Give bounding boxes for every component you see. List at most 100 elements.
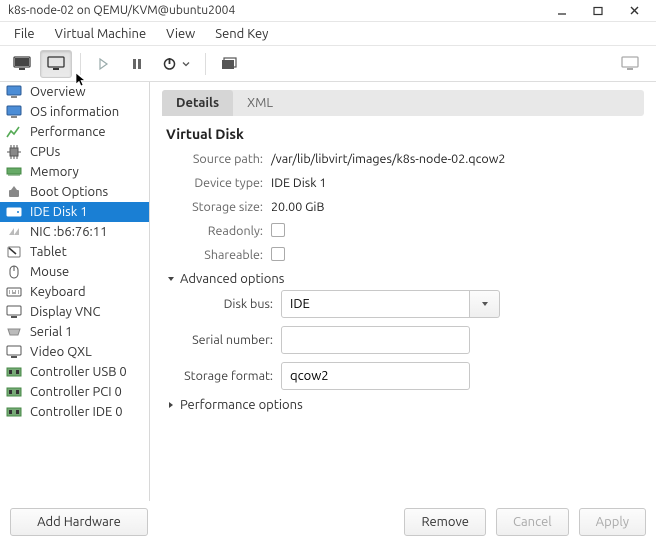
disk-bus-input[interactable] (281, 290, 470, 318)
sidebar-item-label: Video QXL (30, 345, 92, 359)
serial-number-label: Serial number: (166, 333, 281, 347)
video-icon (6, 344, 22, 360)
run-button[interactable] (87, 50, 119, 78)
sidebar-item-os-information[interactable]: OS information (0, 102, 149, 122)
monitor-icon (6, 104, 22, 120)
section-heading: Virtual Disk (166, 126, 640, 142)
sidebar-item-label: Keyboard (30, 285, 86, 299)
performance-options-label: Performance options (180, 398, 303, 412)
sidebar-item-label: Tablet (30, 245, 67, 259)
content-pane: Details XML Virtual Disk Source path:/va… (150, 82, 656, 501)
sidebar-item-label: NIC :b6:76:11 (30, 225, 107, 239)
nic-icon (6, 224, 22, 240)
sidebar-item-boot-options[interactable]: Boot Options (0, 182, 149, 202)
controller-icon (6, 364, 22, 380)
sidebar-item-label: IDE Disk 1 (30, 205, 88, 219)
sidebar-item-keyboard[interactable]: Keyboard (0, 282, 149, 302)
sidebar-item-label: Boot Options (30, 185, 108, 199)
sidebar-item-nic[interactable]: NIC :b6:76:11 (0, 222, 149, 242)
storage-format-input[interactable] (281, 362, 470, 390)
sidebar-item-controller-ide[interactable]: Controller IDE 0 (0, 402, 149, 422)
disk-bus-dropdown-button[interactable] (470, 290, 500, 318)
sidebar-item-ide-disk-1[interactable]: IDE Disk 1 (0, 202, 149, 222)
console-button[interactable] (6, 50, 38, 78)
sidebar-item-label: CPUs (30, 145, 60, 159)
triangle-right-icon (166, 400, 176, 410)
sidebar-item-memory[interactable]: Memory (0, 162, 149, 182)
disk-bus-label: Disk bus: (166, 297, 281, 311)
sidebar-item-performance[interactable]: Performance (0, 122, 149, 142)
display-icon (6, 304, 22, 320)
hardware-list: Overview OS information Performance CPUs… (0, 82, 149, 501)
readonly-checkbox[interactable] (271, 223, 285, 237)
readonly-label: Readonly: (166, 224, 271, 238)
sidebar-item-overview[interactable]: Overview (0, 82, 149, 102)
monitor-alt-icon (47, 56, 65, 72)
memory-icon (6, 164, 22, 180)
menu-virtual-machine[interactable]: Virtual Machine (45, 24, 157, 44)
sidebar-item-label: Memory (30, 165, 79, 179)
sidebar-item-tablet[interactable]: Tablet (0, 242, 149, 262)
sidebar-item-serial[interactable]: Serial 1 (0, 322, 149, 342)
tabs: Details XML (162, 90, 644, 116)
sidebar-item-label: Controller USB 0 (30, 365, 127, 379)
sidebar-item-label: Controller PCI 0 (30, 385, 122, 399)
storage-size-label: Storage size: (166, 200, 271, 214)
fullscreen-button[interactable] (614, 50, 646, 78)
source-path-value: /var/lib/libvirt/images/k8s-node-02.qcow… (271, 152, 505, 166)
sidebar-item-label: Serial 1 (30, 325, 72, 339)
sidebar-item-label: Display VNC (30, 305, 100, 319)
add-hardware-button[interactable]: Add Hardware (10, 508, 148, 536)
sidebar-item-video[interactable]: Video QXL (0, 342, 149, 362)
sidebar-item-controller-usb[interactable]: Controller USB 0 (0, 362, 149, 382)
triangle-down-icon (166, 274, 176, 284)
play-icon (96, 57, 110, 71)
advanced-options-label: Advanced options (180, 272, 284, 286)
sidebar-item-controller-pci[interactable]: Controller PCI 0 (0, 382, 149, 402)
serial-number-input[interactable] (281, 326, 470, 354)
maximize-button[interactable] (580, 1, 616, 21)
close-button[interactable] (616, 1, 652, 21)
sidebar-item-cpus[interactable]: CPUs (0, 142, 149, 162)
tab-details[interactable]: Details (162, 90, 233, 116)
menu-view[interactable]: View (156, 24, 205, 44)
shareable-checkbox[interactable] (271, 247, 285, 261)
pause-icon (130, 57, 144, 71)
storage-format-label: Storage format: (166, 369, 281, 383)
disk-icon (6, 204, 22, 220)
chevron-down-icon (181, 59, 191, 69)
remove-button[interactable]: Remove (404, 508, 486, 536)
sidebar-item-label: Controller IDE 0 (30, 405, 123, 419)
disk-bus-combo[interactable] (281, 290, 500, 318)
menu-send-key[interactable]: Send Key (205, 24, 278, 44)
menu-file[interactable]: File (4, 24, 45, 44)
advanced-options-toggle[interactable]: Advanced options (166, 272, 640, 286)
cancel-button[interactable]: Cancel (496, 508, 569, 536)
chevron-down-icon (480, 299, 490, 309)
tablet-icon (6, 244, 22, 260)
sidebar-item-mouse[interactable]: Mouse (0, 262, 149, 282)
sidebar-item-label: Overview (30, 85, 86, 99)
power-menu-button[interactable] (155, 50, 197, 78)
minimize-button[interactable] (544, 1, 580, 21)
toolbar-separator (205, 53, 206, 75)
apply-button[interactable]: Apply (579, 508, 646, 536)
snapshots-button[interactable] (212, 50, 244, 78)
storage-size-value: 20.00 GiB (271, 200, 324, 214)
titlebar: k8s-node-02 on QEMU/KVM@ubuntu2004 (0, 0, 656, 22)
monitor-small-icon (621, 56, 639, 72)
source-path-label: Source path: (166, 152, 271, 166)
cpu-icon (6, 144, 22, 160)
tab-xml[interactable]: XML (233, 90, 287, 116)
details-button[interactable] (40, 50, 72, 78)
performance-options-toggle[interactable]: Performance options (166, 398, 640, 412)
toolbar (0, 46, 656, 82)
pause-button[interactable] (121, 50, 153, 78)
window-title: k8s-node-02 on QEMU/KVM@ubuntu2004 (4, 4, 544, 17)
serial-icon (6, 324, 22, 340)
boot-icon (6, 184, 22, 200)
controller-icon (6, 384, 22, 400)
sidebar-item-label: Mouse (30, 265, 69, 279)
sidebar-item-display[interactable]: Display VNC (0, 302, 149, 322)
device-type-value: IDE Disk 1 (271, 176, 326, 190)
